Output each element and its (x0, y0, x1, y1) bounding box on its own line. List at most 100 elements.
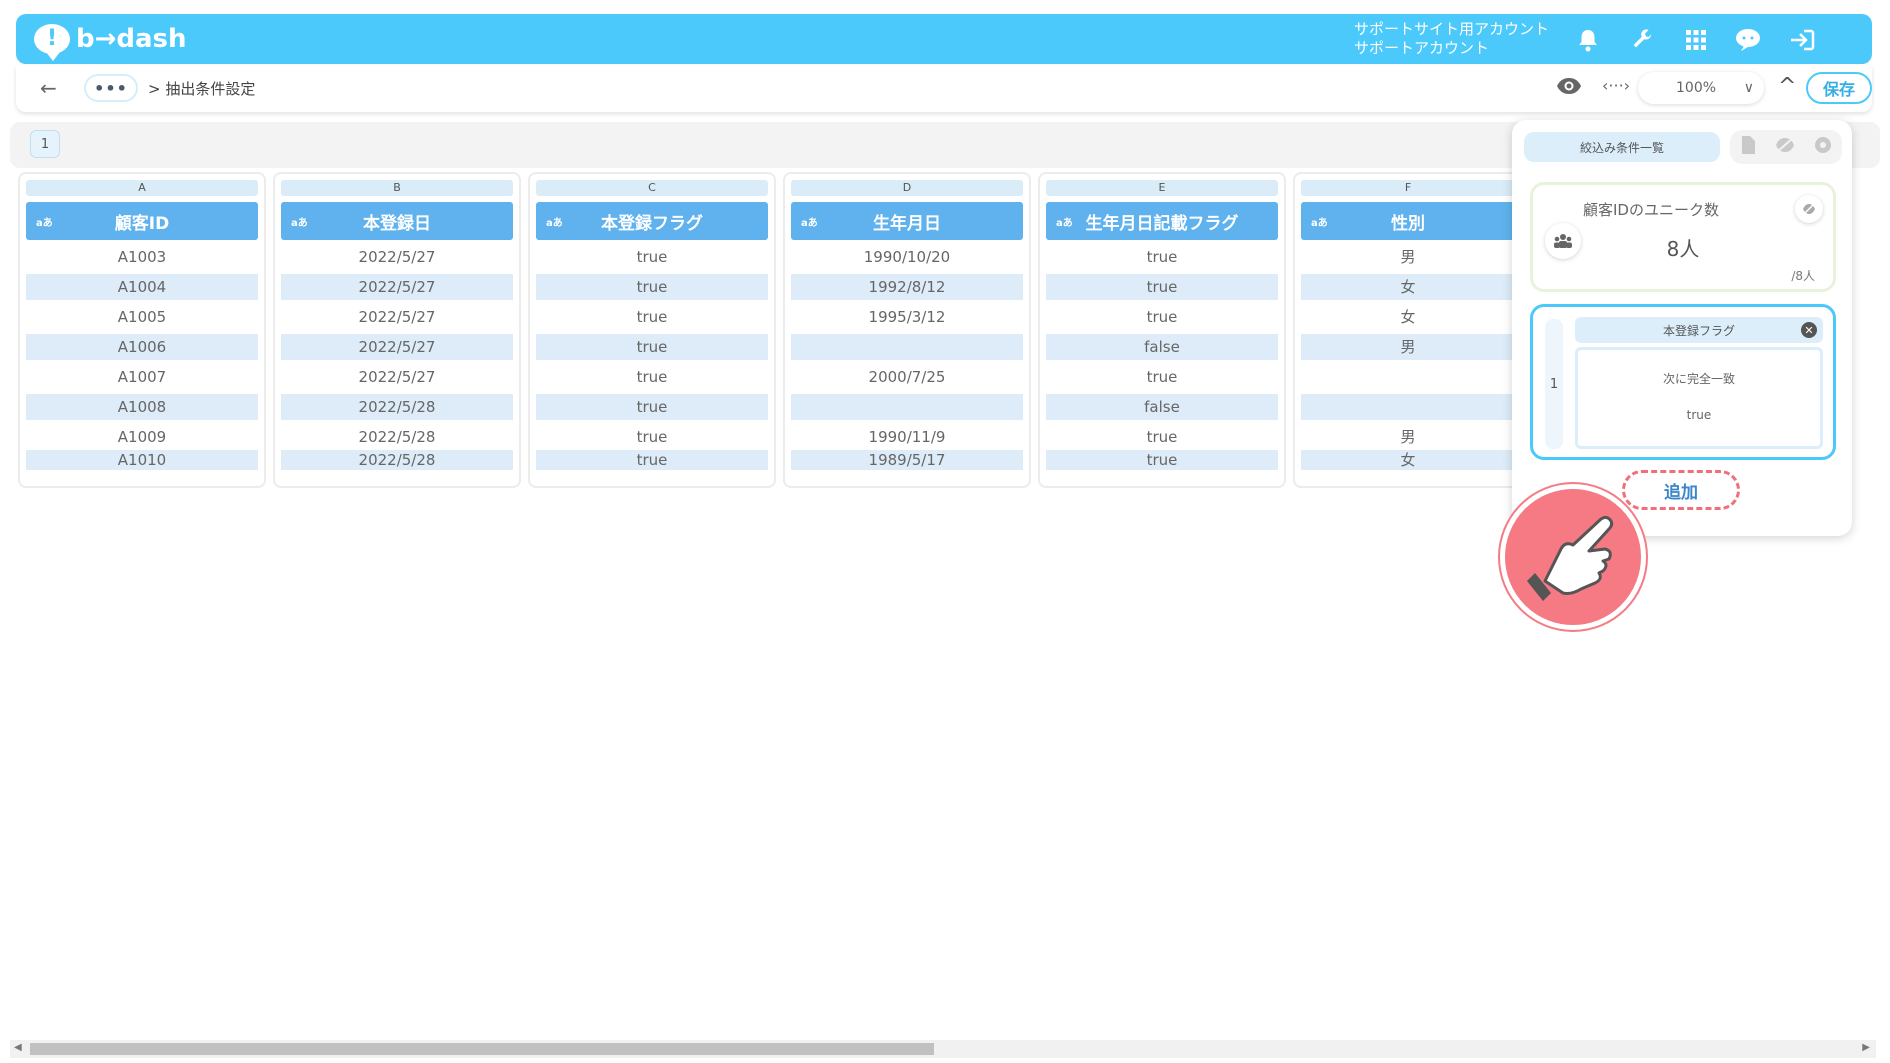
table-cell[interactable]: true (1046, 304, 1278, 330)
close-icon[interactable]: ✕ (1801, 322, 1817, 338)
condition-body[interactable]: 次に完全一致 true (1575, 347, 1823, 449)
table-cell[interactable]: true (1046, 274, 1278, 300)
table-cell[interactable]: true (1046, 244, 1278, 270)
table-cell[interactable] (791, 394, 1023, 420)
table-column: Caあ 本登録フラグ true true true true true true true tru… (528, 172, 776, 488)
table-cell[interactable] (1301, 394, 1515, 420)
table-cell[interactable]: 2022/5/27 (281, 364, 513, 390)
table-cell[interactable]: true (536, 334, 768, 360)
table-cell[interactable]: A1010 (26, 450, 258, 470)
table-cell[interactable]: 1990/10/20 (791, 244, 1023, 270)
filter-condition-card[interactable]: 1 本登録フラグ ✕ 次に完全一致 true (1530, 304, 1836, 460)
column-letter[interactable]: C (536, 180, 768, 196)
panel-icon-group (1730, 130, 1842, 164)
scroll-left-arrow-icon[interactable]: ◀ (14, 1042, 22, 1053)
table-cell[interactable]: 1990/11/9 (791, 424, 1023, 450)
more-breadcrumb-button[interactable]: ••• (84, 74, 138, 102)
logout-icon[interactable] (1788, 26, 1816, 54)
table-cell[interactable]: 2022/5/27 (281, 274, 513, 300)
table-cell[interactable]: false (1046, 394, 1278, 420)
chat-icon[interactable] (1734, 26, 1762, 54)
table-cell[interactable]: 女 (1301, 274, 1515, 300)
table-cell[interactable]: 1992/8/12 (791, 274, 1023, 300)
column-header[interactable]: aあ 本登録フラグ (536, 202, 768, 240)
column-letter[interactable]: B (281, 180, 513, 196)
table-cell[interactable]: A1006 (26, 334, 258, 360)
table-cell[interactable]: A1003 (26, 244, 258, 270)
condition-field-label: 本登録フラグ (1662, 323, 1735, 338)
table-cell[interactable]: 男 (1301, 244, 1515, 270)
column-letter[interactable]: A (26, 180, 258, 196)
table-cell[interactable]: false (1046, 334, 1278, 360)
b-dash-logo[interactable]: ! b→dash (34, 22, 187, 61)
hide-icon[interactable] (1775, 136, 1795, 159)
table-cell[interactable]: 2022/5/28 (281, 450, 513, 470)
wrench-icon[interactable] (1628, 26, 1656, 54)
unique-count-total: /8人 (1791, 269, 1815, 283)
table-column: Eaあ 生年月日記載フラグ true true true false true false tr… (1038, 172, 1286, 488)
document-icon[interactable] (1740, 135, 1756, 159)
hide-count-icon[interactable] (1795, 195, 1823, 223)
table-cell[interactable]: A1007 (26, 364, 258, 390)
eye-icon[interactable] (1556, 76, 1582, 98)
save-button[interactable]: 保存 (1806, 72, 1872, 104)
table-cell[interactable]: 女 (1301, 304, 1515, 330)
table-cell[interactable]: true (1046, 450, 1278, 470)
table-cell[interactable]: A1005 (26, 304, 258, 330)
collapse-chevron-up-icon[interactable]: ^ (1778, 74, 1796, 99)
zoom-select[interactable]: 100% ∨ (1638, 72, 1764, 104)
table-cell[interactable]: 2022/5/27 (281, 304, 513, 330)
account-info[interactable]: サポートサイト用アカウント サポートアカウント (1354, 20, 1549, 58)
scrollbar-thumb[interactable] (30, 1043, 934, 1055)
table-cell[interactable]: true (536, 450, 768, 470)
account-user: サポートアカウント (1354, 39, 1490, 57)
code-view-icon[interactable]: ‹···› (1602, 76, 1630, 95)
table-cell[interactable]: 1989/5/17 (791, 450, 1023, 470)
table-cell[interactable]: true (536, 274, 768, 300)
column-header-label: 本登録フラグ (601, 213, 703, 234)
table-cell[interactable]: 男 (1301, 334, 1515, 360)
table-cell[interactable]: A1009 (26, 424, 258, 450)
column-letter[interactable]: F (1301, 180, 1515, 196)
table-cell[interactable]: 2022/5/27 (281, 334, 513, 360)
tab-filter-list[interactable]: 絞込み条件一覧 (1524, 132, 1720, 162)
column-header[interactable]: aあ 性別 (1301, 202, 1515, 240)
column-header[interactable]: aあ 生年月日 (791, 202, 1023, 240)
column-header[interactable]: aあ 顧客ID (26, 202, 258, 240)
condition-operator: 次に完全一致 (1662, 372, 1735, 386)
table-cell[interactable]: true (536, 394, 768, 420)
grid-icon[interactable] (1682, 26, 1710, 54)
condition-field[interactable]: 本登録フラグ ✕ (1575, 317, 1823, 343)
table-cell[interactable]: 2022/5/28 (281, 394, 513, 420)
table-cell[interactable]: 男 (1301, 424, 1515, 450)
table-cell[interactable]: true (536, 364, 768, 390)
logo-text: b→dash (76, 24, 187, 54)
table-cell[interactable]: A1004 (26, 274, 258, 300)
sheet-tab-1[interactable]: 1 (30, 130, 60, 158)
settings-icon[interactable] (1814, 136, 1832, 159)
column-letter[interactable]: D (791, 180, 1023, 196)
scroll-right-arrow-icon[interactable]: ▶ (1862, 1042, 1870, 1053)
text-type-icon: aあ (36, 218, 53, 229)
back-arrow-icon[interactable]: ← (40, 76, 57, 100)
table-cell[interactable]: A1008 (26, 394, 258, 420)
table-cell[interactable]: 1995/3/12 (791, 304, 1023, 330)
table-cell[interactable] (791, 334, 1023, 360)
table-cell[interactable]: 女 (1301, 450, 1515, 470)
table-cell[interactable]: 2022/5/28 (281, 424, 513, 450)
table-cell[interactable]: 2000/7/25 (791, 364, 1023, 390)
horizontal-scrollbar[interactable]: ◀ ▶ (10, 1040, 1876, 1058)
table-cell[interactable]: true (536, 244, 768, 270)
column-letter[interactable]: E (1046, 180, 1278, 196)
table-cell[interactable]: true (536, 424, 768, 450)
column-header[interactable]: aあ 生年月日記載フラグ (1046, 202, 1278, 240)
table-cell[interactable]: true (1046, 364, 1278, 390)
table-cell[interactable]: true (1046, 424, 1278, 450)
column-header-label: 生年月日 (873, 213, 941, 234)
column-header[interactable]: aあ 本登録日 (281, 202, 513, 240)
table-cell[interactable]: true (536, 304, 768, 330)
bell-icon[interactable] (1574, 26, 1602, 54)
sub-toolbar: ← ••• > 抽出条件設定 ‹···› 100% ∨ ^ 保存 (16, 66, 1872, 112)
table-cell[interactable]: 2022/5/27 (281, 244, 513, 270)
table-cell[interactable] (1301, 364, 1515, 390)
